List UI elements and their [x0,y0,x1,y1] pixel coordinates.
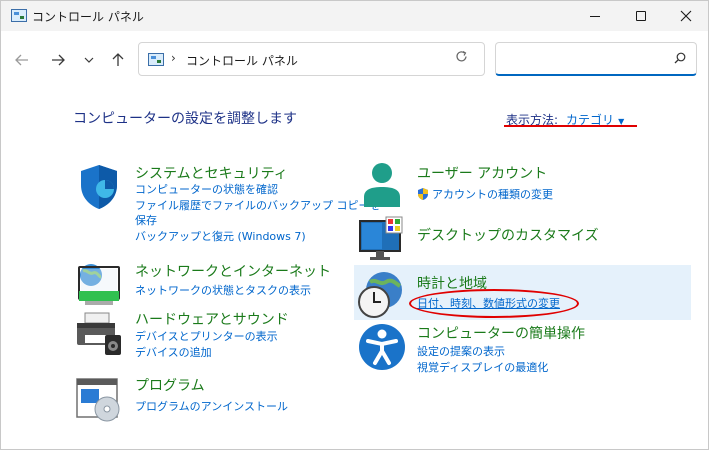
category-title[interactable]: プログラム [135,375,205,395]
link-file-history-backup-cont[interactable]: 保存 [135,213,157,228]
printer-icon [77,312,121,355]
link-get-recommendations[interactable]: 設定の提案の表示 [417,344,505,359]
forward-button[interactable] [47,49,69,71]
security-shield-icon [81,165,117,209]
refresh-button[interactable] [455,50,468,67]
close-button[interactable] [663,1,709,31]
link-network-status[interactable]: ネットワークの状態とタスクの表示 [135,283,311,298]
uac-shield-icon [418,188,428,200]
link-devices-printers[interactable]: デバイスとプリンターの表示 [135,329,278,344]
address-bar[interactable]: › コントロール パネル [138,42,485,76]
category-title[interactable]: デスクトップのカスタマイズ [417,225,599,245]
window-title: コントロール パネル [32,10,144,24]
maximize-button[interactable] [618,1,664,31]
main-content: コンピューターの設定を調整します 表示方法: カテゴリ ▼ システムとセキュリティ … [1,87,708,450]
breadcrumb-separator[interactable]: › [171,51,176,65]
breadcrumb-control-panel[interactable]: コントロール パネル [186,52,298,69]
category-title[interactable]: ハードウェアとサウンド [135,309,289,329]
close-icon [680,10,692,22]
link-change-account-type[interactable]: アカウントの種類の変更 [417,187,553,202]
link-add-device[interactable]: デバイスの追加 [135,345,212,360]
category-title[interactable]: ユーザー アカウント [417,163,547,183]
navigation-bar: › コントロール パネル [1,31,708,87]
monitor-icon [359,216,403,260]
link-optimize-visual-display[interactable]: 視覚ディスプレイの最適化 [417,360,548,375]
link-uninstall-program[interactable]: プログラムのアンインストール [135,399,288,414]
arrow-right-icon [52,54,65,66]
recent-locations-button[interactable] [78,49,100,71]
minimize-button[interactable] [572,1,618,31]
arrow-left-icon [15,54,28,66]
search-icon [674,52,686,64]
back-button[interactable] [11,49,33,71]
control-panel-icon [11,9,27,22]
annotation-underline [504,125,637,127]
programs-icon [76,378,120,422]
up-button[interactable] [107,49,129,71]
category-title[interactable]: システムとセキュリティ [135,163,288,183]
arrow-up-icon [112,53,124,66]
clock-globe-icon [358,272,402,318]
page-title: コンピューターの設定を調整します [73,111,297,127]
category-title[interactable]: コンピューターの簡単操作 [417,323,585,343]
user-account-icon [364,163,400,207]
annotation-ellipse [409,289,579,318]
link-change-account-type-label[interactable]: アカウントの種類の変更 [432,188,553,201]
link-backup-restore[interactable]: バックアップと復元 (Windows 7) [135,229,306,244]
control-panel-window: コントロール パネル › コントロール パネル コンピューターの設定を調整します… [0,0,709,450]
title-bar: コントロール パネル [1,1,708,31]
search-input[interactable] [495,42,697,76]
chevron-down-icon [84,57,94,63]
refresh-icon [456,50,467,62]
minimize-icon [590,15,600,17]
control-panel-icon [148,53,164,66]
link-check-computer-status[interactable]: コンピューターの状態を確認 [135,182,278,197]
link-file-history-backup[interactable]: ファイル履歴でファイルのバックアップ コピーを [135,198,381,213]
category-title[interactable]: ネットワークとインターネット [135,261,331,281]
accessibility-icon [359,324,405,370]
maximize-icon [636,11,646,21]
network-globe-icon [78,264,120,305]
